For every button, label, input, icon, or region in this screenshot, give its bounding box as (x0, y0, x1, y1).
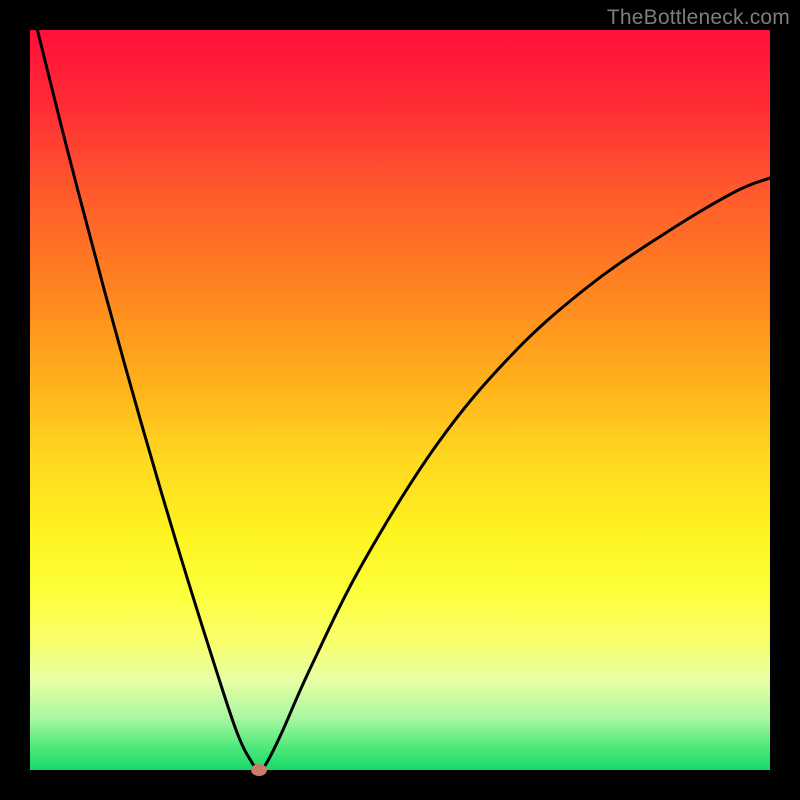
watermark-text: TheBottleneck.com (607, 6, 790, 30)
curve-svg (30, 30, 770, 770)
plot-area (30, 30, 770, 770)
bottleneck-curve-path (37, 30, 770, 770)
min-marker (251, 764, 267, 776)
chart-container: TheBottleneck.com (0, 0, 800, 800)
